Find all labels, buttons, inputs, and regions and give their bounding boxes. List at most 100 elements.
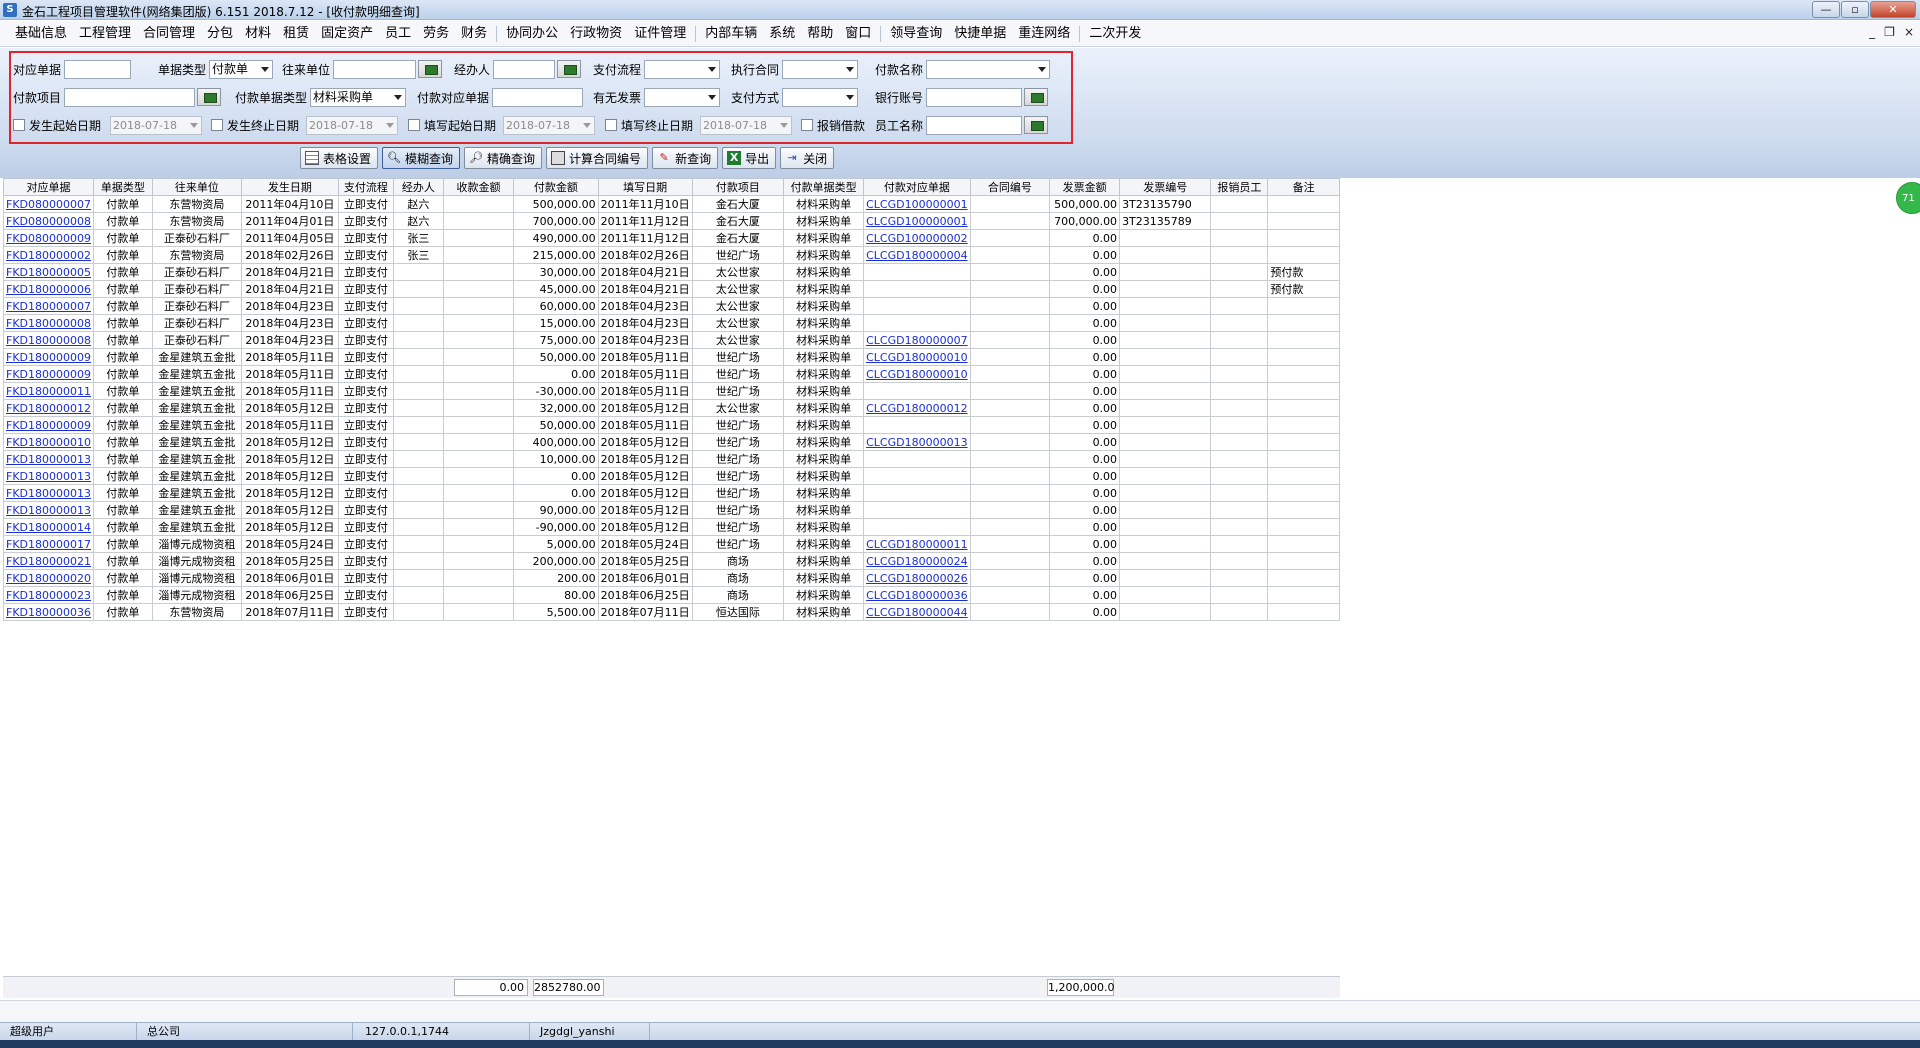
occ-end-date[interactable]: 2018-07-18 bbox=[306, 115, 399, 135]
column-header[interactable]: 合同编号 bbox=[969, 178, 1051, 196]
table-cell[interactable]: FKD180000013 bbox=[3, 467, 94, 485]
table-row[interactable]: FKD080000008 付款单 东营物资局 2011年04月01日 立即支付 赵六 700… bbox=[3, 212, 1340, 230]
table-cell[interactable]: FKD180000017 bbox=[3, 535, 94, 553]
column-header[interactable]: 付款项目 bbox=[691, 178, 785, 196]
paydoctype-select[interactable]: 材料采购单 bbox=[310, 87, 407, 107]
table-row[interactable]: FKD180000036 付款单 东营物资局 2018年07月11日 立即支付 5,500… bbox=[3, 603, 1340, 621]
menu-contract[interactable]: 合同管理 bbox=[137, 21, 201, 47]
table-row[interactable]: FKD180000020 付款单 淄博元成物资租 2018年06月01日 立即支付 200… bbox=[3, 569, 1340, 587]
fill-start-date[interactable]: 2018-07-18 bbox=[503, 115, 596, 135]
menu-quick-docs[interactable]: 快捷单据 bbox=[948, 21, 1012, 47]
table-cell[interactable]: CLCGD180000044 bbox=[863, 603, 971, 621]
menu-vehicles[interactable]: 内部车辆 bbox=[699, 21, 763, 47]
column-header[interactable]: 支付流程 bbox=[337, 178, 395, 196]
bank-input[interactable] bbox=[926, 87, 1023, 107]
mdi-minimize-button[interactable]: _ bbox=[1869, 25, 1875, 39]
table-cell[interactable]: FKD180000013 bbox=[3, 450, 94, 468]
table-row[interactable]: FKD180000008 付款单 正泰砂石料厂 2018年04月23日 立即支付 15,0… bbox=[3, 314, 1340, 332]
table-cell[interactable]: CLCGD180000010 bbox=[863, 365, 971, 383]
column-header[interactable]: 付款对应单据 bbox=[863, 178, 971, 196]
invoice-select[interactable] bbox=[644, 87, 721, 107]
contract-select[interactable] bbox=[782, 59, 859, 79]
table-cell[interactable]: FKD180000011 bbox=[3, 382, 94, 400]
fuzzy-query-button[interactable]: 🔍︎ 模糊查询 bbox=[382, 147, 461, 169]
occ-end-checkbox[interactable] bbox=[211, 119, 223, 131]
table-row[interactable]: FKD180000021 付款单 淄博元成物资租 2018年05月25日 立即支付 200… bbox=[3, 552, 1340, 570]
table-cell[interactable]: FKD180000006 bbox=[3, 280, 94, 298]
side-badge[interactable]: 71 bbox=[1896, 182, 1920, 214]
table-cell[interactable]: CLCGD180000010 bbox=[863, 348, 971, 366]
table-cell[interactable]: FKD180000009 bbox=[3, 348, 94, 366]
table-cell[interactable]: FKD180000020 bbox=[3, 569, 94, 587]
menu-material[interactable]: 材料 bbox=[239, 21, 277, 47]
table-cell[interactable]: FKD180000010 bbox=[3, 433, 94, 451]
menu-help[interactable]: 帮助 bbox=[801, 21, 839, 47]
menu-certificates[interactable]: 证件管理 bbox=[628, 21, 692, 47]
table-row[interactable]: FKD180000002 付款单 东营物资局 2018年02月26日 立即支付 张三 215… bbox=[3, 246, 1340, 264]
reimb-checkbox[interactable] bbox=[801, 119, 813, 131]
table-cell[interactable]: FKD180000021 bbox=[3, 552, 94, 570]
table-cell[interactable]: CLCGD180000012 bbox=[863, 399, 971, 417]
close-button[interactable]: ⇥ 关闭 bbox=[780, 147, 835, 169]
menu-labor[interactable]: 劳务 bbox=[417, 21, 455, 47]
menu-finance[interactable]: 财务 bbox=[455, 21, 493, 47]
table-row[interactable]: FKD180000006 付款单 正泰砂石料厂 2018年04月21日 立即支付 45,0… bbox=[3, 280, 1340, 298]
payitem-input[interactable] bbox=[64, 87, 196, 107]
handler-input[interactable] bbox=[493, 59, 556, 79]
table-cell[interactable]: FKD180000008 bbox=[3, 314, 94, 332]
table-row[interactable]: FKD180000013 付款单 金星建筑五金批 2018年05月12日 立即支付 10,… bbox=[3, 450, 1340, 468]
table-cell[interactable]: FKD180000002 bbox=[3, 246, 94, 264]
doctype-select[interactable]: 付款单 bbox=[209, 59, 274, 79]
occ-start-checkbox[interactable] bbox=[13, 119, 25, 131]
table-row[interactable]: FKD180000013 付款单 金星建筑五金批 2018年05月12日 立即支付 0.0… bbox=[3, 467, 1340, 485]
table-cell[interactable]: CLCGD180000011 bbox=[863, 535, 971, 553]
table-cell[interactable]: CLCGD100000002 bbox=[863, 229, 971, 247]
exact-query-button[interactable]: 🔎︎ 精确查询 bbox=[464, 147, 543, 169]
table-row[interactable]: FKD180000005 付款单 正泰砂石料厂 2018年04月21日 立即支付 30,0… bbox=[3, 263, 1340, 281]
table-cell[interactable]: FKD180000023 bbox=[3, 586, 94, 604]
column-header[interactable]: 付款单据类型 bbox=[783, 178, 865, 196]
table-cell[interactable]: FKD180000013 bbox=[3, 484, 94, 502]
export-button[interactable]: X 导出 bbox=[722, 147, 777, 169]
fill-start-checkbox[interactable] bbox=[408, 119, 420, 131]
doc-input[interactable] bbox=[64, 59, 132, 79]
table-row[interactable]: FKD180000014 付款单 金星建筑五金批 2018年05月12日 立即支付 -90… bbox=[3, 518, 1340, 536]
menu-window[interactable]: 窗口 bbox=[839, 21, 877, 47]
close-window-button[interactable]: ✕ bbox=[1870, 1, 1916, 18]
maximize-button[interactable]: ▫ bbox=[1841, 1, 1869, 18]
column-header[interactable]: 发生日期 bbox=[241, 178, 339, 196]
bank-picker-icon[interactable] bbox=[1024, 88, 1049, 106]
table-cell[interactable]: FKD180000009 bbox=[3, 416, 94, 434]
table-row[interactable]: FKD180000007 付款单 正泰砂石料厂 2018年04月23日 立即支付 60,0… bbox=[3, 297, 1340, 315]
partner-input[interactable] bbox=[333, 59, 417, 79]
table-cell[interactable]: FKD180000014 bbox=[3, 518, 94, 536]
calc-contract-button[interactable]: 计算合同编号 bbox=[546, 147, 649, 169]
menu-reconnect[interactable]: 重连网络 bbox=[1012, 21, 1076, 47]
table-cell[interactable]: CLCGD100000001 bbox=[863, 212, 971, 230]
menu-admin-supplies[interactable]: 行政物资 bbox=[564, 21, 628, 47]
table-cell[interactable]: CLCGD100000001 bbox=[863, 195, 971, 213]
table-cell[interactable]: CLCGD180000007 bbox=[863, 331, 971, 349]
column-header[interactable]: 往来单位 bbox=[151, 178, 243, 196]
table-cell[interactable]: CLCGD180000013 bbox=[863, 433, 971, 451]
menu-project[interactable]: 工程管理 bbox=[73, 21, 137, 47]
minimize-button[interactable]: — bbox=[1812, 1, 1840, 18]
table-cell[interactable]: CLCGD180000036 bbox=[863, 586, 971, 604]
menu-lease[interactable]: 租赁 bbox=[277, 21, 315, 47]
paymethod-select[interactable] bbox=[782, 87, 859, 107]
menu-subcontract[interactable]: 分包 bbox=[201, 21, 239, 47]
column-header[interactable]: 单据类型 bbox=[93, 178, 153, 196]
paydoc-input[interactable] bbox=[492, 87, 584, 107]
staff-input[interactable] bbox=[926, 115, 1023, 135]
column-header[interactable]: 对应单据 bbox=[3, 178, 94, 196]
menu-office[interactable]: 协同办公 bbox=[500, 21, 564, 47]
column-header[interactable]: 发票金额 bbox=[1049, 178, 1121, 196]
table-row[interactable]: FKD080000009 付款单 正泰砂石料厂 2011年04月05日 立即支付 张三 49… bbox=[3, 229, 1340, 247]
flow-select[interactable] bbox=[644, 59, 721, 79]
table-cell[interactable]: FKD180000005 bbox=[3, 263, 94, 281]
table-cell[interactable]: CLCGD180000004 bbox=[863, 246, 971, 264]
menu-basic-info[interactable]: 基础信息 bbox=[9, 21, 73, 47]
table-row[interactable]: FKD180000011 付款单 金星建筑五金批 2018年05月11日 立即支付 -30… bbox=[3, 382, 1340, 400]
table-cell[interactable]: FKD180000013 bbox=[3, 501, 94, 519]
table-settings-button[interactable]: 表格设置 bbox=[300, 147, 379, 169]
